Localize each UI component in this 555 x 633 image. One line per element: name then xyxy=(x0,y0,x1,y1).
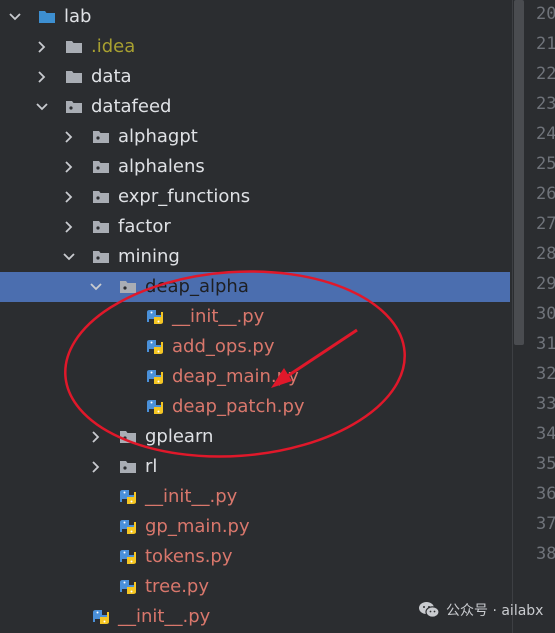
project-tree: lab .idea data datafeed alphagpt alphalens exp… xyxy=(0,0,510,633)
python-file-icon xyxy=(146,368,164,386)
tree-item-init-py[interactable]: __init__.py xyxy=(0,482,510,512)
tree-item-label: .idea xyxy=(91,36,136,57)
line-number: 20 xyxy=(536,4,555,24)
chevron-down-icon[interactable] xyxy=(8,2,22,32)
chevron-down-icon[interactable] xyxy=(89,272,103,302)
line-number: 34 xyxy=(536,424,555,444)
chevron-right-icon[interactable] xyxy=(35,62,49,92)
tree-item-tokens-py[interactable]: tokens.py xyxy=(0,542,510,572)
folder-icon xyxy=(38,8,56,26)
folder-icon xyxy=(65,68,83,86)
line-number: 21 xyxy=(536,34,555,54)
tree-item-label: alphalens xyxy=(118,156,205,177)
chevron-right-icon[interactable] xyxy=(89,452,103,482)
line-number: 35 xyxy=(536,454,555,474)
line-number: 23 xyxy=(536,94,555,114)
python-file-icon xyxy=(146,338,164,356)
line-number: 29 xyxy=(536,274,555,294)
tree-item-label: data xyxy=(91,66,132,87)
tree-item-rl[interactable]: rl xyxy=(0,452,510,482)
tree-item-label: alphagpt xyxy=(118,126,198,147)
package-folder-icon xyxy=(119,278,137,296)
python-file-icon xyxy=(119,518,137,536)
tree-item-expr-functions[interactable]: expr_functions xyxy=(0,182,510,212)
tree-item-label: deap_main.py xyxy=(172,366,299,387)
tree-item-alphagpt[interactable]: alphagpt xyxy=(0,122,510,152)
tree-item-factor[interactable]: factor xyxy=(0,212,510,242)
line-number: 28 xyxy=(536,244,555,264)
chevron-down-icon[interactable] xyxy=(62,242,76,272)
chevron-right-icon[interactable] xyxy=(62,212,76,242)
chevron-right-icon[interactable] xyxy=(89,422,103,452)
tree-item-idea[interactable]: .idea xyxy=(0,32,510,62)
tree-item-alphalens[interactable]: alphalens xyxy=(0,152,510,182)
tree-item-label: __init__.py xyxy=(145,486,238,507)
line-number: 36 xyxy=(536,484,555,504)
line-number: 31 xyxy=(536,334,555,354)
package-folder-icon xyxy=(92,248,110,266)
tree-item-label: __init__.py xyxy=(118,606,211,627)
chevron-right-icon[interactable] xyxy=(62,182,76,212)
line-number: 22 xyxy=(536,64,555,84)
python-file-icon xyxy=(119,488,137,506)
chevron-right-icon[interactable] xyxy=(35,32,49,62)
python-file-icon xyxy=(119,578,137,596)
python-file-icon xyxy=(119,548,137,566)
chevron-right-icon[interactable] xyxy=(62,122,76,152)
python-file-icon xyxy=(146,308,164,326)
package-folder-icon xyxy=(92,128,110,146)
line-number: 38 xyxy=(536,544,555,564)
tree-item-mining[interactable]: mining xyxy=(0,242,510,272)
tree-item-label: datafeed xyxy=(91,96,172,117)
tree-item-lab[interactable]: lab xyxy=(0,2,510,32)
python-file-icon xyxy=(146,398,164,416)
tree-item-deap-patch-py[interactable]: deap_patch.py xyxy=(0,392,510,422)
chevron-right-icon[interactable] xyxy=(62,152,76,182)
package-folder-icon xyxy=(65,98,83,116)
tree-item-label: tree.py xyxy=(145,576,210,597)
tree-item-deap-main-py[interactable]: deap_main.py xyxy=(0,362,510,392)
tree-item-label: mining xyxy=(118,246,180,267)
tree-item-deap-alpha[interactable]: deap_alpha xyxy=(0,272,510,302)
gutter-divider xyxy=(512,0,513,633)
tree-item-label: deap_alpha xyxy=(145,276,249,297)
tree-item-add-ops-py[interactable]: add_ops.py xyxy=(0,332,510,362)
python-file-icon xyxy=(92,608,110,626)
line-number: 30 xyxy=(536,304,555,324)
package-folder-icon xyxy=(92,188,110,206)
tree-item-label: lab xyxy=(64,6,92,27)
tree-item-label: expr_functions xyxy=(118,186,251,207)
line-number: 25 xyxy=(536,154,555,174)
chevron-down-icon[interactable] xyxy=(35,92,49,122)
tree-item-label: gplearn xyxy=(145,426,214,447)
tree-item-gplearn[interactable]: gplearn xyxy=(0,422,510,452)
line-number: 24 xyxy=(536,124,555,144)
tree-item-label: rl xyxy=(145,456,158,477)
line-number: 37 xyxy=(536,514,555,534)
tree-item-gp-main-py[interactable]: gp_main.py xyxy=(0,512,510,542)
tree-item-label: tokens.py xyxy=(145,546,233,567)
tree-scrollbar[interactable] xyxy=(514,0,524,345)
tree-item-label: factor xyxy=(118,216,171,237)
line-number: 27 xyxy=(536,214,555,234)
tree-item-label: __init__.py xyxy=(172,306,265,327)
package-folder-icon xyxy=(119,458,137,476)
folder-icon xyxy=(65,38,83,56)
tree-item-datafeed[interactable]: datafeed xyxy=(0,92,510,122)
tree-item-label: gp_main.py xyxy=(145,516,250,537)
package-folder-icon xyxy=(92,218,110,236)
line-number: 33 xyxy=(536,394,555,414)
line-number: 26 xyxy=(536,184,555,204)
wechat-icon xyxy=(419,602,440,618)
watermark: 公众号 · ailabx xyxy=(418,598,543,622)
tree-item-label: deap_patch.py xyxy=(172,396,305,417)
tree-item-label: add_ops.py xyxy=(172,336,275,357)
line-number: 32 xyxy=(536,364,555,384)
tree-item-data[interactable]: data xyxy=(0,62,510,92)
watermark-text: 公众号 · ailabx xyxy=(446,603,544,619)
package-folder-icon xyxy=(119,428,137,446)
tree-item-init-py[interactable]: __init__.py xyxy=(0,302,510,332)
package-folder-icon xyxy=(92,158,110,176)
